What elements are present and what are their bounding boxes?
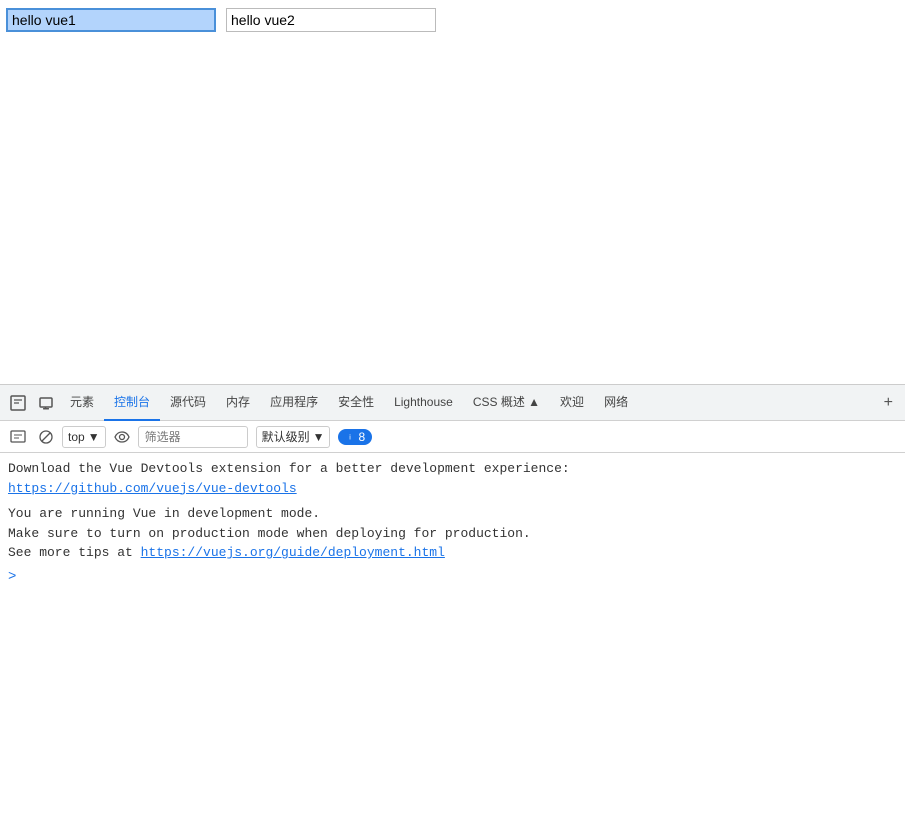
deployment-link[interactable]: https://vuejs.org/guide/deployment.html <box>141 545 445 560</box>
devtools-panel: 元素 控制台 源代码 内存 应用程序 安全性 Lighthouse CSS 概述… <box>0 385 905 834</box>
tab-elements[interactable]: 元素 <box>60 385 104 421</box>
input-row <box>0 0 905 40</box>
level-selector[interactable]: 默认级别 ▼ <box>256 426 331 448</box>
page-content <box>0 0 905 385</box>
clear-console-button[interactable] <box>6 425 30 449</box>
inspect-icon-btn[interactable] <box>4 389 32 417</box>
context-selector[interactable]: top ▼ <box>62 426 106 448</box>
console-message-2-line2: Make sure to turn on production mode whe… <box>8 526 531 541</box>
context-label: top <box>68 430 85 444</box>
tab-security[interactable]: 安全性 <box>328 385 384 421</box>
tab-network[interactable]: 网络 <box>594 385 638 421</box>
vue1-input[interactable] <box>6 8 216 32</box>
tab-application[interactable]: 应用程序 <box>260 385 328 421</box>
message-count-badge: i 8 <box>338 429 372 445</box>
vue-devtools-link[interactable]: https://github.com/vuejs/vue-devtools <box>8 481 297 496</box>
block-button[interactable] <box>34 425 58 449</box>
tab-memory[interactable]: 内存 <box>216 385 260 421</box>
console-toolbar: top ▼ 默认级别 ▼ i 8 <box>0 421 905 453</box>
context-dropdown-icon: ▼ <box>88 430 100 444</box>
tab-source[interactable]: 源代码 <box>160 385 216 421</box>
filter-input[interactable] <box>138 426 248 448</box>
devtools-tabbar: 元素 控制台 源代码 内存 应用程序 安全性 Lighthouse CSS 概述… <box>0 385 905 421</box>
level-label: 默认级别 <box>262 428 310 445</box>
tab-console[interactable]: 控制台 <box>104 385 160 421</box>
vue2-input[interactable] <box>226 8 436 32</box>
eye-button[interactable] <box>110 425 134 449</box>
device-icon-btn[interactable] <box>32 389 60 417</box>
tab-welcome[interactable]: 欢迎 <box>550 385 594 421</box>
message-count: 8 <box>358 430 365 444</box>
console-message-2-line1: You are running Vue in development mode. <box>8 506 320 521</box>
level-dropdown-icon: ▼ <box>313 430 325 444</box>
tab-css-overview[interactable]: CSS 概述 ▲ <box>463 385 550 421</box>
console-message-1: Download the Vue Devtools extension for … <box>8 459 897 498</box>
console-message-2: You are running Vue in development mode.… <box>8 504 897 563</box>
console-message-1-text: Download the Vue Devtools extension for … <box>8 461 570 476</box>
console-prompt[interactable]: > <box>8 565 897 590</box>
console-output: Download the Vue Devtools extension for … <box>0 453 905 834</box>
tab-lighthouse[interactable]: Lighthouse <box>384 385 463 421</box>
add-tab-button[interactable]: + <box>876 390 901 416</box>
console-message-2-line3: See more tips at <box>8 545 141 560</box>
